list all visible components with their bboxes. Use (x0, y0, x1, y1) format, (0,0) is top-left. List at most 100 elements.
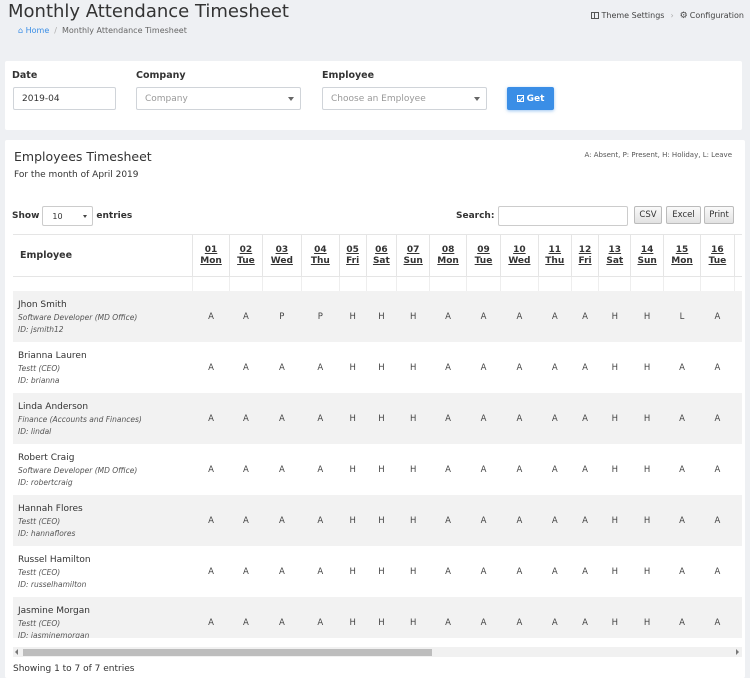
csv-button[interactable]: CSV (634, 206, 662, 224)
configuration-label: Configuration (689, 11, 744, 20)
attendance-cell: A (516, 362, 523, 373)
attendance-cell: A (317, 464, 324, 475)
attendance-cell: A (734, 597, 742, 638)
attendance-cell: A (538, 495, 572, 546)
employee-select[interactable]: Choose an Employee (322, 87, 487, 110)
day-column-header[interactable]: 10 Wed (499, 235, 539, 277)
attendance-cell: A (700, 495, 735, 546)
day-number: 01 (204, 244, 218, 255)
spacer-cell (365, 276, 397, 291)
attendance-cell: H (378, 566, 385, 577)
day-number: 05 (346, 244, 359, 255)
employee-cell: Jhon Smith Software Developer (MD Office)… (13, 291, 193, 342)
attendance-cell: A (429, 597, 467, 638)
day-column-header[interactable]: 16 Tue (699, 235, 735, 277)
day-column-header[interactable]: 08 Mon (429, 235, 467, 277)
attendance-cell: H (630, 597, 664, 638)
get-button[interactable]: Get (507, 87, 554, 110)
search-input[interactable] (498, 206, 629, 226)
company-select[interactable]: Company (136, 87, 301, 110)
spacer-cell (261, 276, 302, 291)
attendance-cell: P (301, 291, 340, 342)
horizontal-scrollbar[interactable] (13, 647, 742, 657)
day-column-header[interactable]: 05 Fri (338, 235, 366, 277)
attendance-cell: H (611, 566, 619, 577)
attendance-cell: A (243, 362, 249, 373)
day-column-header[interactable]: 14 Sun (630, 235, 664, 277)
check-square-icon (516, 95, 524, 102)
day-column-header[interactable]: 12 Fri (570, 235, 599, 277)
table-row: Robert Craig Software Developer (MD Offic… (13, 444, 742, 495)
employee-name: Russel Hamilton (18, 554, 91, 565)
attendance-cell: A (208, 464, 214, 475)
employee-cell: Robert Craig Software Developer (MD Offic… (13, 444, 193, 495)
day-column-header[interactable]: 06 Sat (365, 235, 397, 277)
attendance-cell: A (445, 464, 451, 475)
attendance-cell: L (663, 291, 701, 342)
attendance-cell: A (301, 495, 340, 546)
day-column-header[interactable]: 15 Mon (663, 235, 701, 277)
home-icon: ⌂ (18, 26, 24, 35)
attendance-cell: H (630, 495, 664, 546)
day-name: Wed (508, 255, 531, 266)
scroll-left-icon[interactable] (15, 649, 18, 655)
excel-button[interactable]: Excel (666, 206, 701, 224)
spacer-cell (733, 276, 742, 291)
breadcrumb-home-link[interactable]: ⌂ Home (18, 26, 49, 35)
scrollbar-thumb[interactable] (23, 649, 432, 656)
attendance-cell: A (551, 566, 558, 577)
attendance-cell: A (466, 393, 501, 444)
day-number: 12 (578, 244, 592, 255)
day-column-header[interactable]: 09 Tue (466, 235, 501, 277)
day-column-header[interactable]: 03 Wed (261, 235, 302, 277)
breadcrumb-home-label: Home (25, 26, 50, 35)
gear-icon: ⚙ (679, 10, 688, 21)
employee-role: Testt (CEO) (18, 567, 61, 577)
day-column-header[interactable]: 02 Tue (229, 235, 263, 277)
attendance-cell: A (192, 291, 230, 342)
attendance-cell: A (229, 597, 263, 638)
attendance-cell: H (349, 362, 356, 373)
spacer-cell (338, 276, 366, 291)
day-column-header[interactable]: 11 Thu (537, 235, 572, 277)
employee-column-header[interactable]: Employee (13, 235, 193, 277)
attendance-cell: A (278, 362, 285, 373)
day-column-header[interactable]: 13 Sat (598, 235, 631, 277)
print-button[interactable]: Print (704, 206, 734, 224)
day-column-header[interactable]: 04 Thu (300, 235, 340, 277)
spacer-cell (192, 276, 230, 291)
day-name: Tue (474, 255, 493, 266)
attendance-cell: H (339, 597, 366, 638)
theme-settings-link[interactable]: Theme Settings (590, 11, 664, 20)
attendance-cell: A (500, 291, 539, 342)
table-row: Linda Anderson Finance (Accounts and Fina… (13, 393, 742, 444)
employee-name: Brianna Lauren (18, 350, 87, 361)
chevron-down-icon (288, 97, 294, 101)
attendance-cell: H (396, 291, 430, 342)
attendance-cell: H (349, 464, 356, 475)
day-name: Thu (545, 255, 565, 266)
day-number: 13 (608, 244, 622, 255)
attendance-cell: H (409, 566, 417, 577)
day-column-header[interactable]: 17We (733, 235, 742, 277)
configuration-link[interactable]: ⚙ Configuration (680, 11, 744, 20)
day-column-header[interactable]: 07 Sun (396, 235, 430, 277)
search-label: Search: (456, 211, 495, 221)
attendance-cell: A (571, 291, 599, 342)
day-column-header[interactable]: 01 Mon (192, 235, 230, 277)
timesheet-title: Employees Timesheet (14, 149, 152, 164)
table-row: Russel Hamilton Testt (CEO) ID: russelhami… (13, 546, 742, 597)
date-input[interactable]: 2019-04 (13, 87, 116, 110)
columns-icon (590, 12, 599, 19)
table-info: Showing 1 to 7 of 7 entries (13, 664, 135, 674)
day-number: 10 (513, 244, 526, 255)
attendance-cell: A (663, 393, 701, 444)
employee-cell: Linda Anderson Finance (Accounts and Fina… (13, 393, 193, 444)
attendance-cell: A (243, 464, 249, 475)
attendance-cell: A (734, 444, 742, 495)
attendance-cell: H (598, 393, 631, 444)
attendance-cell: H (339, 393, 366, 444)
day-number: 16 (711, 244, 724, 255)
page-length-select[interactable]: 10 (42, 206, 94, 226)
scroll-right-icon[interactable] (736, 649, 739, 655)
